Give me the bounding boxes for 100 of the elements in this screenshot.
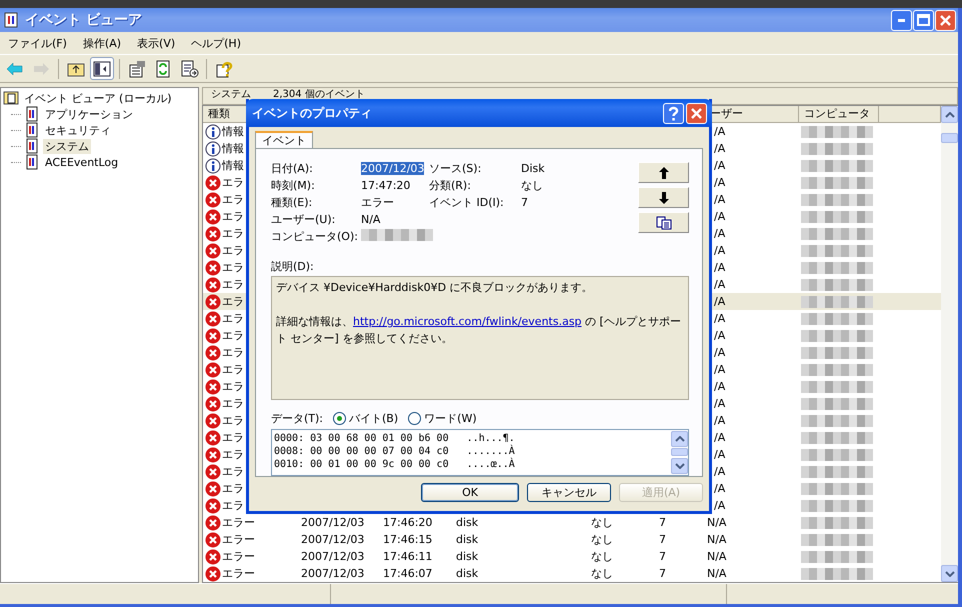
table-cell: 2007/12/03: [301, 516, 364, 529]
event-count: 2,304 個のイベント: [273, 89, 365, 100]
table-cell: /A: [714, 210, 726, 223]
field-label: ソース(S):: [429, 162, 482, 175]
field-label: 分類(R):: [429, 179, 471, 192]
table-cell: 7: [659, 567, 666, 580]
table-cell: エラ: [222, 175, 244, 190]
table-cell: /A: [714, 363, 726, 376]
table-cell: /A: [714, 176, 726, 189]
table-cell: /A: [714, 499, 726, 512]
field-label: 日付(A):: [271, 161, 314, 176]
table-cell: エラ: [222, 464, 244, 479]
field-value: 7: [521, 196, 528, 209]
table-cell: 情報: [222, 124, 244, 139]
description-text: 詳細な情報は、http://go.microsoft.com/fwlink/events.asp の [ヘルプとサポート センター] を参照してください。: [276, 314, 682, 347]
field-value: なし: [521, 179, 543, 192]
table-cell: 2007/12/03: [301, 533, 364, 546]
table-cell: /A: [714, 482, 726, 495]
table-cell: エラ: [222, 226, 244, 241]
table-cell: N/A: [707, 516, 726, 529]
table-cell: disk: [456, 516, 478, 529]
table-cell: N/A: [707, 567, 726, 580]
table-cell: /A: [714, 227, 726, 240]
field-label: データ(T):: [271, 411, 324, 426]
table-cell: エラ: [222, 396, 244, 411]
field-label: イベント ID(I):: [429, 196, 504, 209]
field-label: 時刻(M):: [271, 178, 316, 193]
table-cell: 17:46:07: [383, 567, 432, 580]
table-cell: /A: [714, 261, 726, 274]
table-cell: エラ: [222, 294, 244, 309]
field-value: 17:47:20: [361, 179, 410, 192]
table-cell: /A: [714, 193, 726, 206]
table-cell: /A: [714, 329, 726, 342]
description-text: デバイス ¥Device¥Harddisk0¥D に不良ブロックがあります。: [276, 280, 594, 296]
field-value: エラー: [361, 196, 394, 209]
table-cell: /A: [714, 431, 726, 444]
table-cell: 2007/12/03: [301, 567, 364, 580]
table-cell: /A: [714, 380, 726, 393]
table-cell: /A: [714, 346, 726, 359]
pane-title: システム: [211, 89, 251, 100]
hex-line: 0008: 00 00 00 00 07 00 04 c0 .......À: [274, 444, 516, 458]
table-cell: /A: [714, 159, 726, 172]
field-value: Disk: [521, 162, 545, 175]
table-cell: なし: [591, 532, 613, 547]
field-label: 説明(D):: [271, 259, 314, 274]
table-cell: /A: [714, 465, 726, 478]
table-cell: 情報: [222, 158, 244, 173]
table-cell: 2007/12/03: [301, 550, 364, 563]
table-cell: /A: [714, 244, 726, 257]
table-cell: エラ: [222, 413, 244, 428]
dialog-title: イベントのプロパティ: [252, 104, 372, 122]
table-cell: /A: [714, 312, 726, 325]
table-cell: エラ: [222, 192, 244, 207]
field-value: 2007/12/03: [361, 162, 424, 175]
table-cell: エラ: [222, 345, 244, 360]
table-cell: /A: [714, 397, 726, 410]
table-cell: エラ: [222, 277, 244, 292]
table-cell: /A: [714, 295, 726, 308]
table-cell: エラ: [222, 311, 244, 326]
hex-line: 0000: 03 00 68 00 01 00 b6 00 ..h...¶.: [274, 432, 516, 444]
table-cell: エラ: [222, 209, 244, 224]
table-cell: エラ: [222, 362, 244, 377]
table-cell: なし: [591, 566, 613, 581]
table-cell: N/A: [707, 533, 726, 546]
table-cell: N/A: [707, 550, 726, 563]
table-cell: /A: [714, 142, 726, 155]
table-cell: エラ: [222, 379, 244, 394]
hex-line: 0010: 00 01 00 00 9c 00 00 c0 ....œ..À: [274, 458, 516, 471]
table-cell: エラ: [222, 447, 244, 462]
table-cell: /A: [714, 414, 726, 427]
table-cell: なし: [591, 515, 613, 530]
table-cell: エラ: [222, 328, 244, 343]
table-cell: disk: [456, 550, 478, 563]
table-cell: /A: [714, 278, 726, 291]
table-cell: 17:46:11: [383, 550, 432, 563]
table-cell: 17:46:20: [383, 516, 432, 529]
table-cell: disk: [456, 533, 478, 546]
table-cell: エラ: [222, 481, 244, 496]
field-label: コンピュータ(O):: [271, 229, 359, 244]
window-title: イベント ビューア: [25, 11, 142, 29]
table-cell: エラ: [222, 243, 244, 258]
table-cell: 17:46:15: [383, 533, 432, 546]
table-cell: /A: [714, 448, 726, 461]
table-cell: 7: [659, 533, 666, 546]
table-cell: エラ: [222, 498, 244, 513]
table-cell: 7: [659, 516, 666, 529]
table-cell: エラ: [222, 430, 244, 445]
field-value: N/A: [361, 213, 380, 226]
table-cell: エラー: [222, 532, 255, 547]
field-label: ユーザー(U):: [271, 212, 336, 227]
table-cell: disk: [456, 567, 478, 580]
field-label: 種類(E):: [271, 195, 314, 210]
table-cell: エラー: [222, 515, 255, 530]
table-cell: 7: [659, 550, 666, 563]
table-cell: エラー: [222, 549, 255, 564]
table-cell: エラ: [222, 260, 244, 275]
table-cell: 情報: [222, 141, 244, 156]
table-cell: なし: [591, 549, 613, 564]
table-cell: エラー: [222, 566, 255, 581]
table-cell: /A: [714, 125, 726, 138]
